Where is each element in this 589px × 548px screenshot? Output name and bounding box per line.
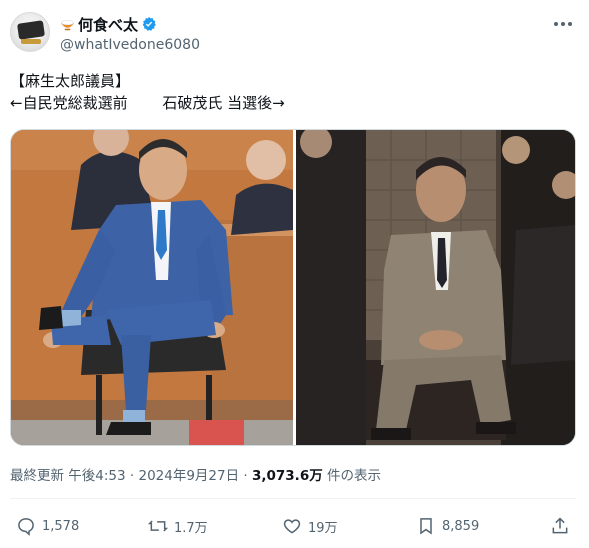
reply-icon: [18, 518, 34, 536]
photo-seated-man-blue-suit: [11, 130, 293, 445]
dot-icon: [568, 22, 572, 26]
rice-bowl-icon: [60, 20, 75, 31]
action-bar: 1,578 1.7万 19万 8,859: [10, 512, 576, 540]
like-button[interactable]: 19万: [282, 512, 338, 540]
retweet-count: 1.7万: [174, 520, 208, 536]
name-row: 何食べ太: [60, 14, 157, 34]
avatar[interactable]: [10, 12, 50, 52]
photo-left[interactable]: [11, 130, 293, 445]
dot-icon: [561, 22, 565, 26]
views-count: 3,073.6万: [251, 468, 323, 484]
bookmark-button[interactable]: 8,859: [416, 512, 479, 540]
views-label: 件の表示: [327, 468, 382, 484]
reply-count: 1,578: [42, 518, 80, 534]
avatar-calligraphy: [17, 20, 45, 40]
verified-badge-icon: [142, 17, 156, 31]
bookmark-icon: [420, 518, 432, 535]
avatar-bowl: [21, 39, 41, 44]
tweet-meta: 最終更新 午後4:53 · 2024年9月27日 · 3,073.6万 件の表示: [10, 464, 381, 484]
timestamp[interactable]: 最終更新 午後4:53 · 2024年9月27日 ·: [10, 468, 248, 484]
tweet-text: 【麻生太郎議員】 ←自民党総裁選前 石破茂氏 当選後→: [10, 70, 285, 114]
reply-button[interactable]: 1,578: [16, 512, 79, 540]
bookmark-count: 8,859: [442, 518, 480, 534]
share-button[interactable]: [550, 512, 570, 540]
photo-seated-man-grey-suit: [296, 130, 575, 445]
tweet-header: 何食べ太 @whatIvedone6080: [10, 12, 579, 56]
dot-icon: [554, 22, 558, 26]
user-handle[interactable]: @whatIvedone6080: [60, 37, 200, 53]
display-name[interactable]: 何食べ太: [78, 14, 138, 35]
retweet-button[interactable]: 1.7万: [148, 512, 208, 540]
like-count: 19万: [308, 520, 338, 536]
tweet-text-line: ←自民党総裁選前 石破茂氏 当選後→: [10, 94, 285, 112]
tweet-text-line: 【麻生太郎議員】: [10, 72, 131, 90]
heart-icon: [283, 519, 301, 534]
retweet-icon: [148, 520, 168, 532]
share-icon: [552, 517, 568, 534]
more-options-button[interactable]: [551, 14, 575, 34]
photo-right[interactable]: [296, 130, 575, 445]
tweet-media[interactable]: [10, 129, 576, 446]
divider: [10, 498, 576, 499]
